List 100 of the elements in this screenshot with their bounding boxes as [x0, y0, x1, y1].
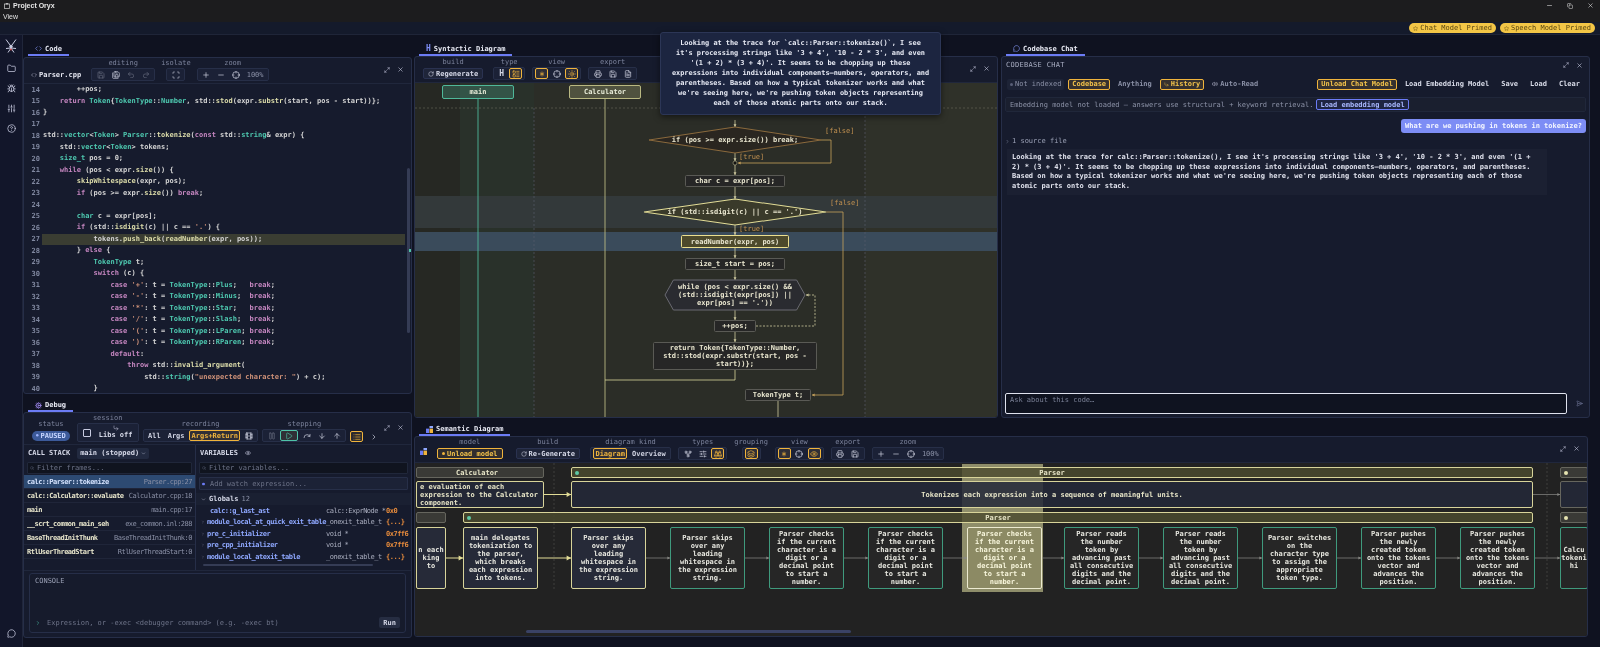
- pause-icon: [267, 431, 276, 440]
- caret-icon: [1005, 138, 1010, 144]
- eye-icon[interactable]: [244, 450, 251, 456]
- dot-icon: [442, 452, 445, 455]
- checkbox[interactable]: [82, 428, 91, 437]
- flow-arrow: [1138, 556, 1164, 560]
- minimize-icon[interactable]: [1546, 2, 1553, 9]
- list-box-icon: [511, 69, 520, 78]
- save-all-button[interactable]: [109, 69, 123, 80]
- expand-icon[interactable]: [384, 424, 390, 431]
- flow-arrow: [942, 556, 968, 560]
- expand-icon[interactable]: [1560, 445, 1566, 452]
- expand-icon[interactable]: [1563, 62, 1569, 68]
- asterisk-button[interactable]: [777, 448, 791, 459]
- scrollbar-thumb[interactable]: [203, 563, 373, 566]
- flow-arrow: [445, 555, 464, 561]
- flow-arrow: [733, 119, 737, 128]
- code-icon: [35, 45, 42, 52]
- flow-arrow: [645, 556, 671, 560]
- flow-arrow: [733, 269, 737, 281]
- list-icon: [352, 432, 361, 441]
- asterisk-icon: [780, 449, 789, 458]
- close-icon[interactable]: [983, 65, 990, 72]
- crosshair-button[interactable]: [904, 448, 918, 459]
- save-all-icon: [111, 70, 120, 79]
- bug-icon[interactable]: [6, 84, 16, 93]
- arrow-down-icon: [317, 431, 326, 440]
- flow-arrow: [1237, 556, 1263, 560]
- sliders-button[interactable]: [696, 448, 710, 459]
- eye-icon: [810, 449, 819, 458]
- flow-arrow: [1435, 556, 1461, 560]
- document-icon: [623, 69, 632, 78]
- crosshair-button[interactable]: [792, 448, 806, 459]
- prompt-icon: [35, 619, 41, 626]
- speaker-icon: [1212, 81, 1219, 87]
- eye-button[interactable]: [807, 448, 821, 459]
- flow-arrow: [733, 224, 737, 236]
- search-icon: [202, 466, 206, 470]
- redo-icon: [141, 70, 150, 79]
- printer-icon: [836, 449, 845, 458]
- blocks-icon: [426, 425, 433, 433]
- star-icon: [1413, 25, 1419, 31]
- crosshair-icon: [232, 70, 241, 79]
- blocks-icon[interactable]: [420, 448, 427, 455]
- sliders-icon[interactable]: [6, 104, 16, 113]
- scrollbar-thumb[interactable]: [526, 630, 851, 633]
- curved-arrow-icon: [302, 431, 311, 440]
- crosshair-icon: [907, 449, 916, 458]
- sun-icon: [567, 69, 576, 78]
- logo-icon[interactable]: [5, 39, 17, 53]
- flow-arrow: [1534, 556, 1561, 560]
- dot-icon: [202, 482, 205, 485]
- flow-arrow: [1041, 556, 1065, 560]
- save-icon: [96, 70, 105, 79]
- close-icon[interactable]: [1587, 2, 1594, 9]
- expand-icon[interactable]: [384, 66, 390, 73]
- folder-icon[interactable]: [6, 64, 16, 73]
- film-icon: [244, 431, 253, 440]
- layers-icon: [747, 449, 756, 458]
- expand-icon[interactable]: [970, 65, 976, 72]
- close-icon[interactable]: [1573, 445, 1580, 452]
- crosshair-button[interactable]: [550, 68, 564, 79]
- crosshair-button[interactable]: [229, 69, 243, 80]
- printer-button[interactable]: [833, 448, 847, 459]
- chat-icon: [1013, 45, 1020, 52]
- chat-icon[interactable]: [6, 629, 16, 638]
- crosshair-icon: [552, 69, 561, 78]
- corner-arrow-icon: [1163, 81, 1169, 87]
- list-box-button[interactable]: [509, 68, 523, 79]
- printer-icon: [593, 69, 602, 78]
- star-icon: [1503, 25, 1509, 31]
- close-icon[interactable]: [397, 66, 404, 73]
- junction-dot: [732, 160, 738, 166]
- close-icon[interactable]: [397, 424, 404, 431]
- flow-arrow: [1336, 556, 1362, 560]
- help-icon[interactable]: [6, 124, 16, 133]
- asterisk-button[interactable]: [535, 68, 549, 79]
- flow-arrow: [733, 309, 737, 321]
- send-icon[interactable]: [1576, 400, 1583, 407]
- printer-button[interactable]: [591, 68, 605, 79]
- film-button[interactable]: [242, 430, 256, 441]
- type-button[interactable]: H: [496, 68, 508, 79]
- flow-arrow: [843, 556, 869, 560]
- flow-arrow: [1532, 493, 1561, 496]
- gear-icon: [35, 401, 42, 409]
- flow-arrow: [744, 556, 770, 560]
- refresh-icon: [520, 450, 527, 457]
- save-button[interactable]: [848, 448, 862, 459]
- save-icon: [608, 69, 617, 78]
- list-button[interactable]: [350, 431, 364, 442]
- binoculars-button[interactable]: [711, 448, 725, 459]
- plus-icon: [877, 449, 886, 458]
- play-icon: [285, 431, 294, 440]
- save-button[interactable]: [606, 68, 620, 79]
- scan-icon: [171, 70, 180, 79]
- play-button[interactable]: [280, 430, 299, 441]
- restore-icon[interactable]: [1567, 2, 1573, 9]
- close-icon[interactable]: [1576, 61, 1583, 69]
- app-icon: [4, 2, 10, 9]
- sun-button[interactable]: [565, 68, 579, 79]
